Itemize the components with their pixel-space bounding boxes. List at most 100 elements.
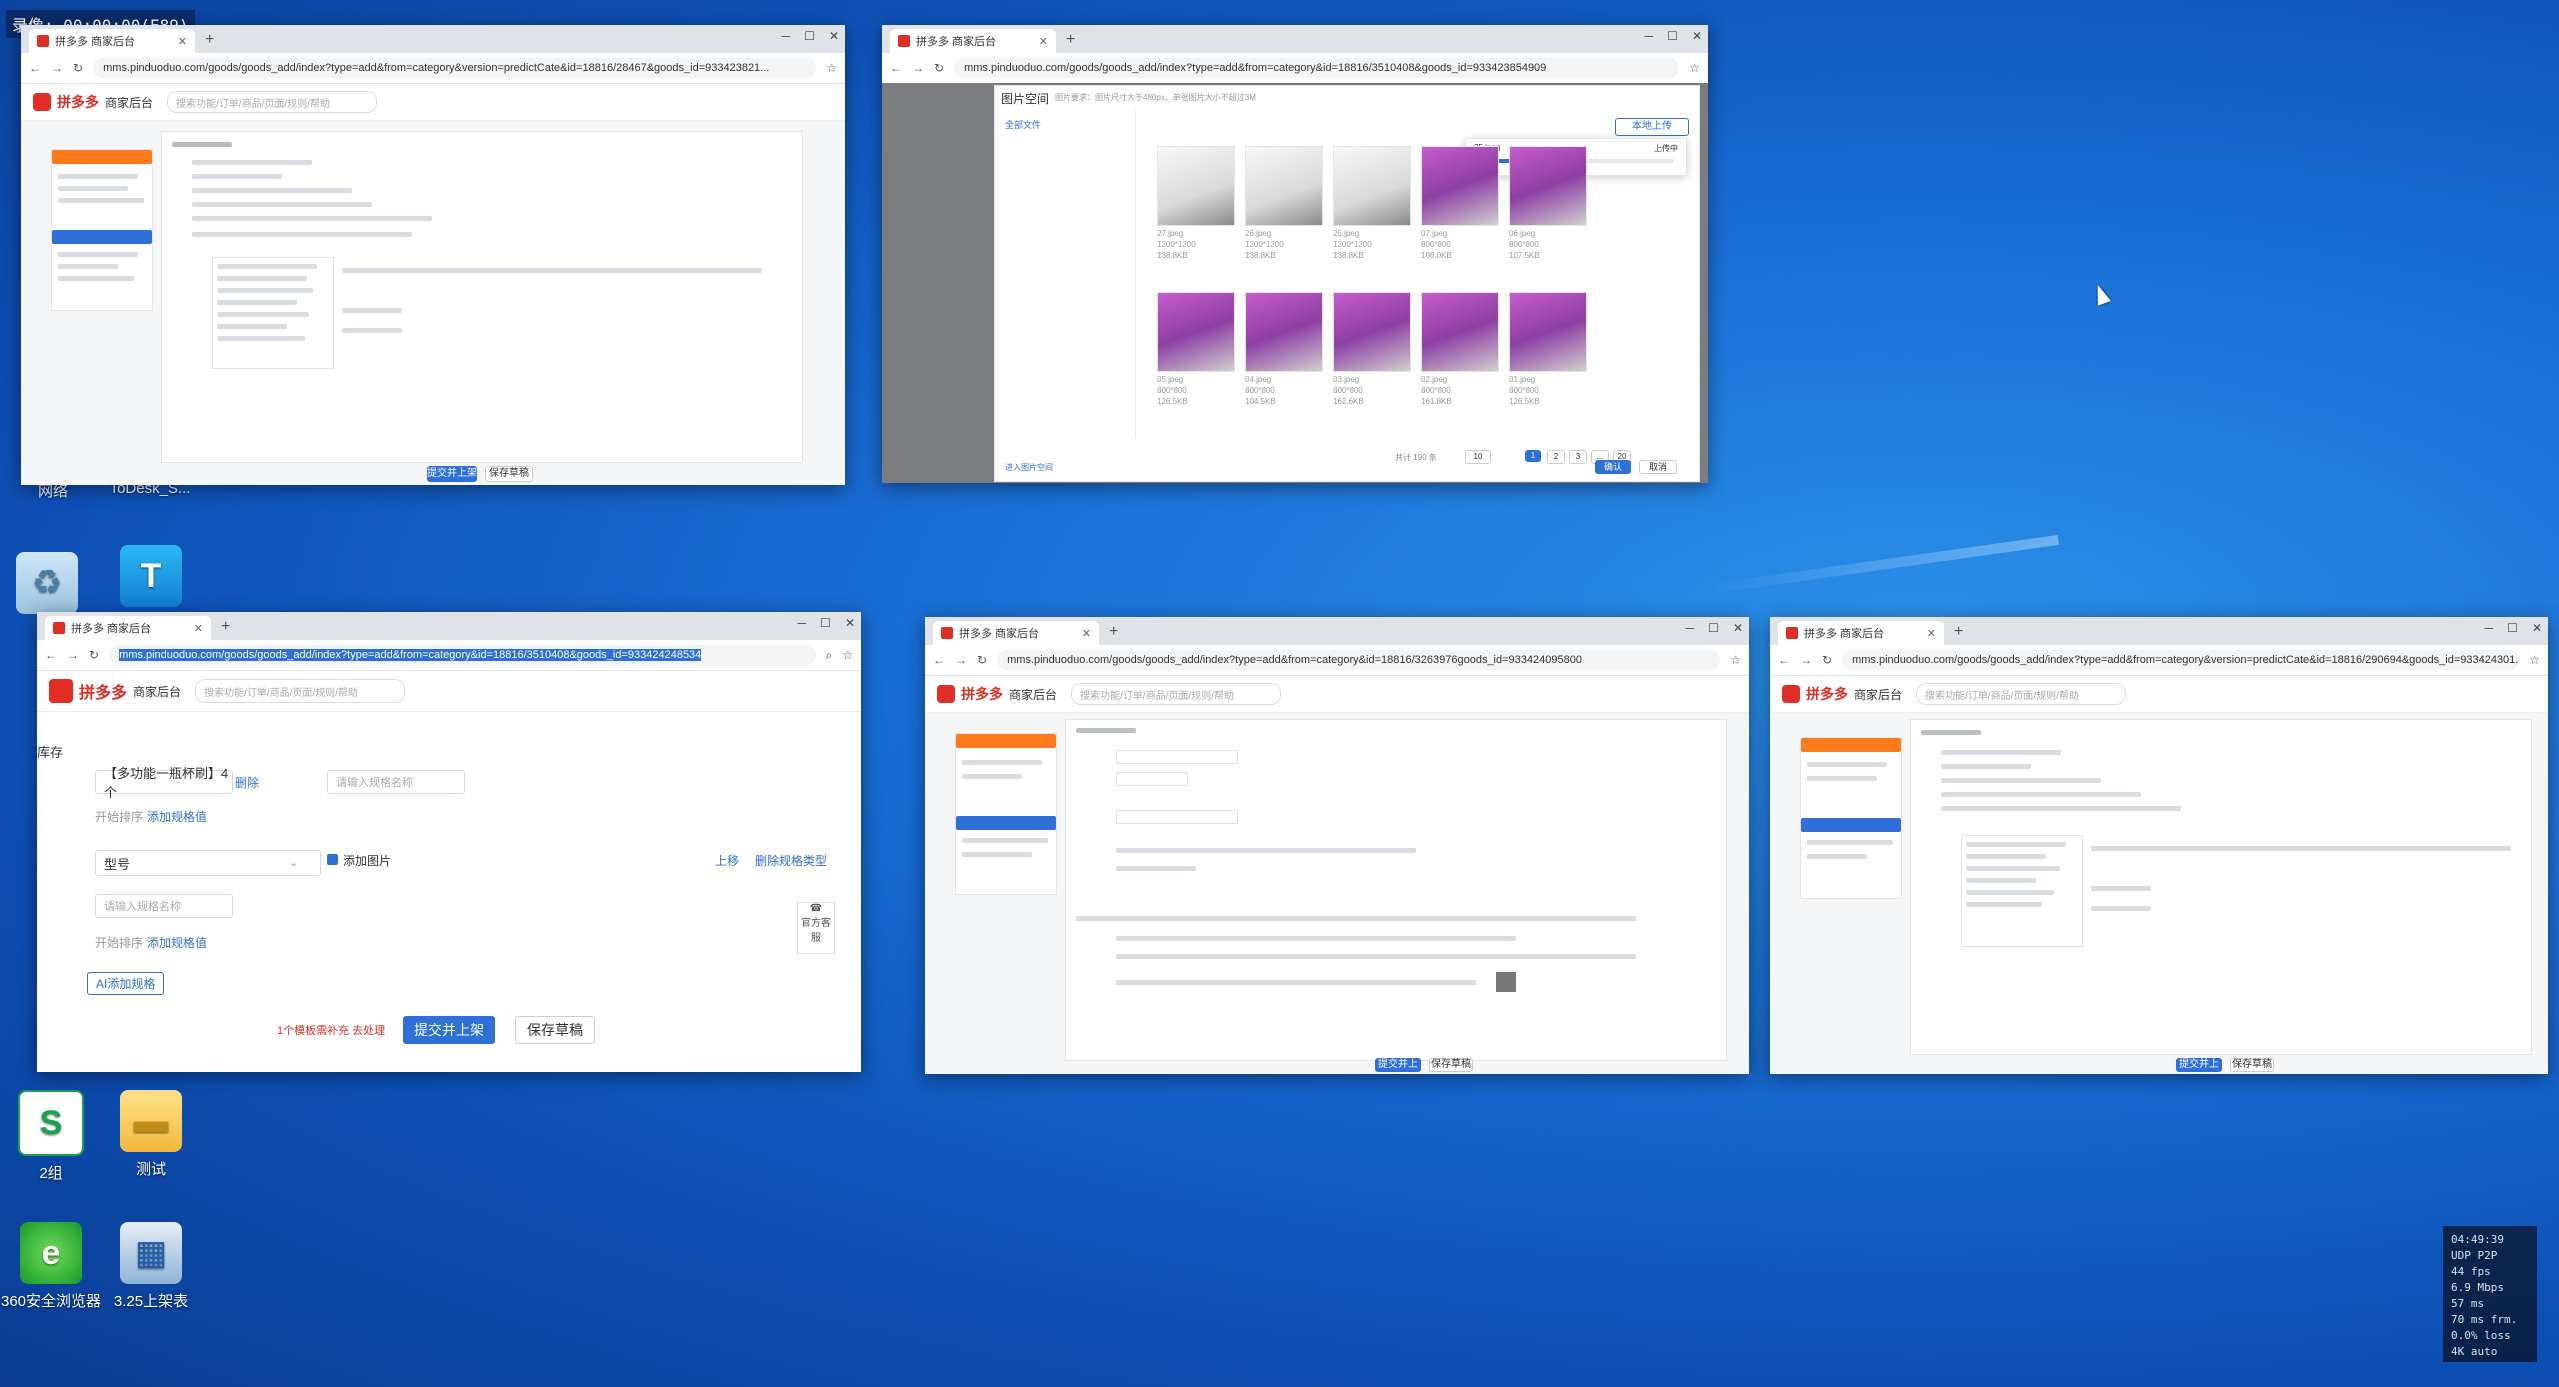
close-icon[interactable]: ✕ (845, 616, 855, 630)
dropdown-list[interactable] (1961, 835, 2083, 947)
star-icon[interactable]: ☆ (842, 648, 853, 662)
save-draft-button[interactable]: 保存草稿 (2230, 1058, 2274, 1072)
url-field[interactable]: mms.pinduoduo.com/goods/goods_add/index?… (109, 645, 816, 665)
page-button[interactable]: 2 (1547, 450, 1565, 464)
url-field[interactable]: mms.pinduoduo.com/goods/goods_add/index?… (954, 58, 1680, 78)
folder-all[interactable]: 全部文件 (1005, 118, 1041, 131)
add-image-checkbox[interactable] (327, 854, 338, 865)
page-button[interactable]: 3 (1569, 450, 1587, 464)
pdd-search-input[interactable]: 搜索功能/订单/商品/页面/规则/帮助 (1916, 683, 2127, 705)
maximize-icon[interactable]: ☐ (1708, 621, 1719, 635)
browser-tab[interactable]: 拼多多 商家后台 ✕ (933, 621, 1099, 645)
browser-window-3[interactable]: 拼多多 商家后台 ✕ + ─ ☐ ✕ ← → ↻ mms.pinduoduo.com/go… (37, 612, 861, 1072)
submit-button[interactable]: 提交并上架 (403, 1016, 495, 1044)
browser-window-5[interactable]: 拼多多 商家后台 ✕ + ─ ☐ ✕ ← → ↻ mms.pinduoduo.com/go… (1770, 617, 2548, 1074)
spec-value-input-empty[interactable]: 请输入规格名称 (95, 894, 233, 918)
back-icon[interactable]: ← (890, 61, 902, 75)
maximize-icon[interactable]: ☐ (2507, 621, 2518, 635)
pdd-search-input[interactable]: 搜索功能/订单/商品/页面/规则/帮助 (1071, 683, 1282, 705)
star-icon[interactable]: ☆ (1689, 61, 1700, 75)
close-tab-icon[interactable]: ✕ (1039, 35, 1048, 48)
thumbnail-image[interactable] (1245, 146, 1323, 226)
close-tab-icon[interactable]: ✕ (1927, 627, 1936, 640)
minimize-icon[interactable]: ─ (798, 616, 807, 630)
minimize-icon[interactable]: ─ (2485, 621, 2494, 635)
thumbnail-image[interactable] (1421, 146, 1499, 226)
browser-tab[interactable]: 拼多多 商家后台 ✕ (1778, 621, 1944, 645)
panel[interactable] (1116, 750, 1238, 764)
browser-window-2[interactable]: 拼多多 商家后台 ✕ + ─ ☐ ✕ ← → ↻ mms.pinduoduo.com/go… (882, 25, 1708, 483)
forward-icon[interactable]: → (51, 61, 63, 75)
back-icon[interactable]: ← (1778, 653, 1790, 667)
new-tab-icon[interactable]: + (1099, 623, 1128, 645)
url-field[interactable]: mms.pinduoduo.com/goods/goods_add/index?… (1842, 650, 2520, 670)
spec-name-input[interactable]: 请输入规格名称 (327, 770, 465, 794)
add-spec-value-link-2[interactable]: 添加规格值 (147, 934, 207, 951)
new-tab-icon[interactable]: + (1056, 31, 1085, 53)
reload-icon[interactable]: ↻ (89, 648, 99, 662)
back-icon[interactable]: ← (933, 653, 945, 667)
browser-window-1[interactable]: 拼多多 商家后台 ✕ + ─ ☐ ✕ ← → ↻ mms.pinduoduo.com/go… (21, 25, 845, 485)
submit-button[interactable]: 提交并上架 (1375, 1058, 1421, 1074)
reload-icon[interactable]: ↻ (977, 653, 987, 667)
desktop-icon-folder[interactable]: ▬ 测试 (96, 1090, 206, 1179)
minimize-icon[interactable]: ─ (782, 29, 791, 43)
star-icon[interactable]: ☆ (826, 61, 837, 75)
new-tab-icon[interactable]: + (1944, 623, 1973, 645)
star-icon[interactable]: ☆ (2529, 653, 2540, 667)
model-select[interactable]: 型号 (95, 850, 321, 876)
close-tab-icon[interactable]: ✕ (178, 35, 187, 48)
thumbnail-image[interactable] (1421, 292, 1499, 372)
minimize-icon[interactable]: ─ (1645, 29, 1654, 43)
save-draft-button[interactable]: 保存草稿 (485, 466, 533, 482)
page-button[interactable]: 1 (1525, 450, 1541, 462)
maximize-icon[interactable]: ☐ (1667, 29, 1678, 43)
desktop-icon-325-sheet[interactable]: ▦ 3.25上架表 (96, 1222, 206, 1311)
back-icon[interactable]: ← (29, 61, 41, 75)
maximize-icon[interactable]: ☐ (804, 29, 815, 43)
thumbnail-image[interactable] (1333, 292, 1411, 372)
ai-add-spec-button[interactable]: AI添加规格 (87, 972, 165, 995)
delete-spec-value[interactable]: 删除 (235, 774, 259, 791)
back-icon[interactable]: ← (45, 648, 57, 662)
new-tab-icon[interactable]: + (195, 31, 224, 53)
pdd-search-input[interactable]: 搜索功能/订单/商品/页面/规则/帮助 (195, 679, 406, 703)
submit-button[interactable]: 提交并上架 (2176, 1058, 2222, 1074)
forward-icon[interactable]: → (912, 61, 924, 75)
delete-spec-type-link[interactable]: 删除规格类型 (755, 852, 827, 869)
close-icon[interactable]: ✕ (1733, 621, 1743, 635)
move-up-link[interactable]: 上移 (715, 852, 739, 869)
local-upload-button[interactable]: 本地上传 (1615, 118, 1689, 136)
close-tab-icon[interactable]: ✕ (194, 622, 203, 635)
reload-icon[interactable]: ↻ (934, 61, 944, 75)
minimize-icon[interactable]: ─ (1686, 621, 1695, 635)
panel[interactable] (1116, 810, 1238, 824)
browser-window-4[interactable]: 拼多多 商家后台 ✕ + ─ ☐ ✕ ← → ↻ mms.pinduoduo.com/go… (925, 617, 1749, 1074)
helper-text[interactable]: 1个模板需补充 去处理 (277, 1022, 385, 1038)
desktop-icon-sheet[interactable]: S 2组 (0, 1090, 106, 1183)
forward-icon[interactable]: → (1800, 653, 1812, 667)
maximize-icon[interactable]: ☐ (820, 616, 831, 630)
confirm-button[interactable]: 确认 (1595, 460, 1631, 474)
official-service-widget[interactable]: ☎ 官方客服 (797, 902, 835, 954)
add-spec-value-link[interactable]: 添加规格值 (147, 808, 207, 825)
new-tab-icon[interactable]: + (211, 618, 240, 640)
close-icon[interactable]: ✕ (1692, 29, 1702, 43)
dropdown-list[interactable] (212, 257, 334, 369)
thumbnail-image[interactable] (1157, 146, 1235, 226)
cancel-button[interactable]: 取消 (1639, 460, 1677, 474)
thumbnail-image[interactable] (1333, 146, 1411, 226)
save-draft-button[interactable]: 保存草稿 (515, 1016, 595, 1044)
spec-value-input[interactable]: 【多功能一瓶杯刷】4个 (95, 766, 233, 800)
thumbnail-image[interactable] (1245, 292, 1323, 372)
thumbnail-image[interactable] (1509, 146, 1587, 226)
enter-photo-space-link[interactable]: 进入图片空间 (1005, 462, 1053, 473)
browser-tab[interactable]: 拼多多 商家后台 ✕ (29, 29, 195, 53)
forward-icon[interactable]: → (955, 653, 967, 667)
close-icon[interactable]: ✕ (829, 29, 839, 43)
thumbnail-image[interactable] (1509, 292, 1587, 372)
thumbnail-image[interactable] (1157, 292, 1235, 372)
url-field[interactable]: mms.pinduoduo.com/goods/goods_add/index?… (93, 58, 817, 78)
zoom-icon[interactable]: ⌕ (826, 648, 833, 663)
submit-button[interactable]: 提交并上架 (427, 466, 477, 482)
